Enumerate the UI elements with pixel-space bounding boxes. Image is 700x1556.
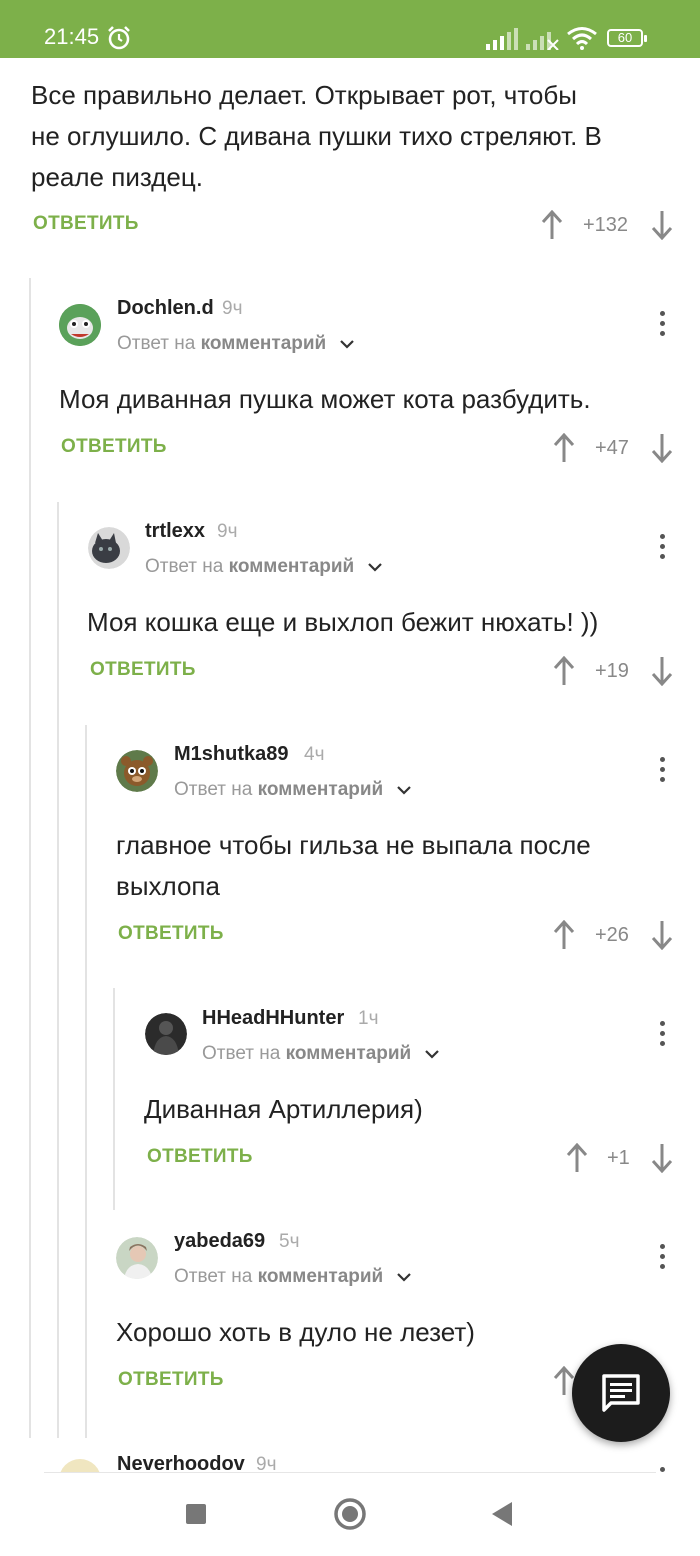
vote-score: +19 xyxy=(595,660,629,682)
vote-score: +26 xyxy=(595,924,629,946)
battery-icon: 60 xyxy=(607,29,647,47)
comment-text: Хорошо хоть в дуло не лезет) xyxy=(116,1317,475,1347)
comment-text: главное чтобы гильза не выпала после вых… xyxy=(116,830,591,901)
chevron-down-icon xyxy=(396,786,411,795)
reply-button[interactable]: ОТВЕТИТЬ xyxy=(118,923,224,945)
timestamp: 4ч xyxy=(304,744,325,765)
kebab-menu-icon[interactable] xyxy=(657,311,667,341)
signal-bars-no-service-icon xyxy=(526,32,559,50)
thread-line xyxy=(85,725,87,1438)
vote-score: +47 xyxy=(595,437,629,459)
reply-button[interactable]: ОТВЕТИТЬ xyxy=(147,1146,253,1168)
reply-button[interactable]: ОТВЕТИТЬ xyxy=(33,213,139,235)
timestamp: 9ч xyxy=(217,521,238,542)
username[interactable]: yabeda69 xyxy=(174,1230,265,1253)
reply-to-link[interactable]: Ответ на комментарий xyxy=(145,556,382,578)
new-comment-fab[interactable] xyxy=(572,1344,670,1442)
comment-text: Моя кошка еще и выхлоп бежит нюхать! )) xyxy=(87,607,599,637)
comment-text: Все правильно делает. Открывает рот, что… xyxy=(31,80,602,192)
timestamp: 1ч xyxy=(358,1008,379,1029)
avatar[interactable] xyxy=(116,750,158,792)
comment-text: Диванная Артиллерия) xyxy=(144,1094,423,1124)
thread-line xyxy=(29,278,31,1438)
alarm-clock-icon xyxy=(108,26,130,50)
comment-icon xyxy=(602,1374,640,1412)
reply-button[interactable]: ОТВЕТИТЬ xyxy=(90,659,196,681)
arrow-down-icon[interactable] xyxy=(651,656,673,686)
clock: 21:45 xyxy=(44,24,100,49)
kebab-menu-icon[interactable] xyxy=(657,1244,667,1274)
arrow-up-icon[interactable] xyxy=(566,1143,588,1173)
username[interactable]: HHeadHHunter xyxy=(202,1007,344,1030)
vote-score: +1 xyxy=(607,1147,630,1169)
avatar[interactable] xyxy=(145,1013,187,1055)
chevron-down-icon xyxy=(367,563,382,572)
arrow-up-icon[interactable] xyxy=(553,920,575,950)
kebab-menu-icon[interactable] xyxy=(657,534,667,564)
reply-button[interactable]: ОТВЕТИТЬ xyxy=(61,436,167,458)
arrow-up-icon[interactable] xyxy=(553,656,575,686)
username[interactable]: Neverhoodov xyxy=(117,1453,245,1472)
username[interactable]: Dochlen.d xyxy=(117,297,214,320)
avatar[interactable] xyxy=(59,1459,101,1472)
kebab-menu-icon[interactable] xyxy=(657,757,667,787)
reply-to-link[interactable]: Ответ на комментарий xyxy=(174,1266,411,1288)
thread-line xyxy=(113,988,115,1210)
timestamp: 9ч xyxy=(256,1454,277,1472)
status-bar: 21:45 60 xyxy=(0,0,700,58)
kebab-menu-icon[interactable] xyxy=(657,1467,667,1472)
username[interactable]: M1shutka89 xyxy=(174,743,289,766)
wifi-icon xyxy=(567,27,597,50)
arrow-down-icon[interactable] xyxy=(651,920,673,950)
chevron-down-icon xyxy=(396,1273,411,1282)
square-recents-icon[interactable] xyxy=(185,1503,207,1525)
arrow-up-icon[interactable] xyxy=(553,433,575,463)
timestamp: 9ч xyxy=(222,298,243,319)
comment-text: Моя диванная пушка может кота разбудить. xyxy=(59,384,591,414)
arrow-down-icon[interactable] xyxy=(651,433,673,463)
avatar[interactable] xyxy=(88,527,130,569)
avatar[interactable] xyxy=(116,1237,158,1279)
arrow-down-icon[interactable] xyxy=(651,1143,673,1173)
chevron-down-icon xyxy=(339,340,354,349)
reply-button[interactable]: ОТВЕТИТЬ xyxy=(118,1369,224,1391)
vote-score: +132 xyxy=(583,214,629,236)
circle-home-icon[interactable] xyxy=(333,1497,367,1531)
thread-line xyxy=(57,502,59,1438)
chevron-down-icon xyxy=(424,1050,439,1059)
timestamp: 5ч xyxy=(279,1231,300,1252)
reply-to-link[interactable]: Ответ на комментарий xyxy=(117,333,354,355)
signal-bars-icon xyxy=(486,28,518,50)
system-navigation-bar xyxy=(0,1473,700,1556)
kebab-menu-icon[interactable] xyxy=(657,1021,667,1051)
reply-to-link[interactable]: Ответ на комментарий xyxy=(174,779,411,801)
arrow-up-icon[interactable] xyxy=(541,210,563,240)
triangle-back-icon[interactable] xyxy=(490,1501,514,1527)
reply-to-link[interactable]: Ответ на комментарий xyxy=(202,1043,439,1065)
username[interactable]: trtlexx xyxy=(145,520,205,543)
avatar[interactable] xyxy=(59,304,101,346)
arrow-down-icon[interactable] xyxy=(651,210,673,240)
